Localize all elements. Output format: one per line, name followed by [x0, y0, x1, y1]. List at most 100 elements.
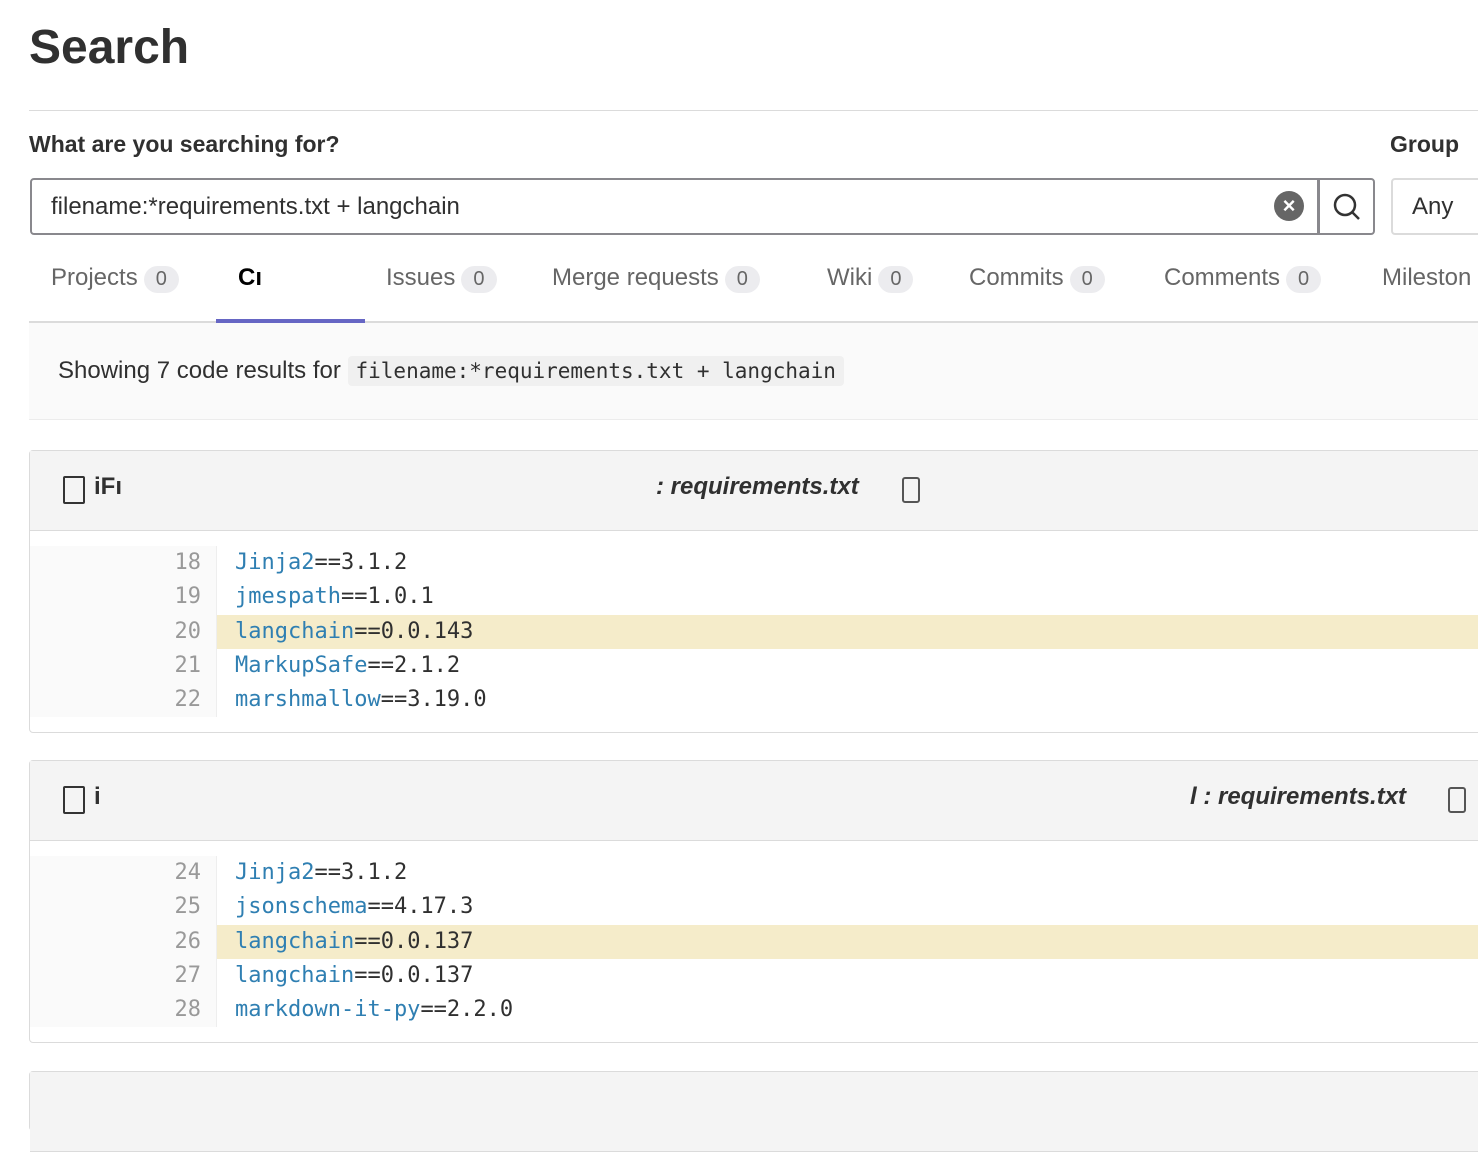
package-version: ==4.17.3 — [367, 894, 474, 920]
code-line: 24 Jinja2==3.1.2 — [30, 856, 1478, 891]
result-card: iFı : requirements.txt 18 Jinja2==3.1.2 19… — [29, 450, 1478, 734]
tab-count: 0 — [724, 266, 760, 293]
group-select[interactable]: Any — [1391, 178, 1478, 235]
line-content: jmespath==1.0.1 — [217, 580, 1478, 614]
summary-query: filename:*requirements.txt + langchain — [347, 356, 844, 386]
tab-milestones[interactable]: Mileston — [1382, 250, 1471, 323]
result-header: iFı : requirements.txt — [30, 451, 1478, 531]
results-summary: Showing 7 code results for filename:*req… — [29, 323, 1478, 420]
code-line: 20 langchain==0.0.143 — [30, 614, 1478, 649]
tab-merge-requests[interactable]: Merge requests 0 — [552, 250, 760, 323]
tab-commits[interactable]: Commits 0 — [969, 250, 1105, 323]
line-content: MarkupSafe==2.1.2 — [217, 649, 1478, 683]
code-line: 26 langchain==0.0.137 — [30, 924, 1478, 959]
tab-count: 0 — [1286, 266, 1322, 293]
file-icon — [63, 786, 85, 814]
search-tabs: Projects 0 Cı Issues 0 Merge requests 0 Wik… — [29, 250, 1478, 323]
line-number[interactable]: 26 — [30, 924, 217, 959]
line-content: marshmallow==3.19.0 — [217, 683, 1478, 717]
package-name: langchain — [235, 928, 355, 954]
line-number[interactable]: 25 — [30, 890, 217, 925]
line-content: Jinja2==3.1.2 — [217, 856, 1478, 890]
line-number[interactable]: 21 — [30, 648, 217, 684]
code-line: 21 MarkupSafe==2.1.2 — [30, 648, 1478, 684]
package-version: ==0.0.137 — [354, 962, 474, 988]
project-name[interactable]: iFı — [94, 473, 122, 501]
result-header: i l : requirements.txt — [30, 761, 1478, 841]
line-content: Jinja2==3.1.2 — [217, 546, 1478, 580]
line-number[interactable]: 20 — [30, 614, 217, 649]
tab-code[interactable]: Cı — [216, 250, 365, 323]
line-content: markdown-it-py==2.2.0 — [217, 993, 1478, 1027]
code-block: 24 Jinja2==3.1.2 25 jsonschema==4.17.3 26 lan… — [30, 856, 1478, 1028]
file-link[interactable]: l : requirements.txt — [1190, 783, 1406, 811]
tab-count: 0 — [143, 266, 179, 293]
code-line: 25 jsonschema==4.17.3 — [30, 890, 1478, 925]
search-input[interactable]: filename:*requirements.txt + langchain — [30, 178, 1319, 235]
search-icon — [1333, 193, 1360, 220]
tab-count: 0 — [461, 266, 497, 293]
tab-label: Mileston — [1382, 264, 1472, 291]
package-name: markdown-it-py — [235, 997, 421, 1023]
tab-label: Merge requests — [552, 264, 719, 291]
tab-label: Projects — [51, 264, 138, 291]
line-number[interactable]: 28 — [30, 993, 217, 1028]
package-version: ==3.1.2 — [314, 860, 408, 885]
code-line: 27 langchain==0.0.137 — [30, 958, 1478, 994]
tab-count: 0 — [878, 266, 914, 293]
package-name: MarkupSafe — [235, 652, 368, 678]
package-name: jmespath — [235, 584, 341, 610]
summary-text: Showing 7 code results for — [58, 357, 341, 384]
line-number[interactable]: 27 — [30, 958, 217, 994]
package-version: ==3.1.2 — [314, 550, 408, 575]
project-name[interactable]: i — [94, 783, 101, 811]
package-version: ==3.19.0 — [380, 687, 487, 713]
package-name: langchain — [235, 962, 355, 988]
package-name: jsonschema — [235, 894, 368, 920]
tab-wiki[interactable]: Wiki 0 — [827, 250, 914, 323]
package-version: ==2.2.0 — [420, 997, 514, 1023]
code-line: 28 markdown-it-py==2.2.0 — [30, 993, 1478, 1028]
package-name: langchain — [235, 618, 355, 644]
line-content: langchain==0.0.143 — [217, 614, 1478, 649]
tab-label: Cı — [238, 264, 262, 291]
code-line: 19 jmespath==1.0.1 — [30, 580, 1478, 615]
result-card: i l : requirements.txt 24 Jinja2==3.1.2 25… — [29, 760, 1478, 1044]
search-label: What are you searching for? — [29, 131, 340, 157]
line-content: jsonschema==4.17.3 — [217, 890, 1478, 924]
tab-label: Wiki — [827, 264, 873, 291]
package-version: ==0.0.143 — [354, 618, 474, 644]
tab-issues[interactable]: Issues 0 — [386, 250, 497, 323]
copy-icon[interactable] — [902, 477, 920, 503]
line-number[interactable]: 24 — [30, 856, 217, 891]
package-name: Jinja2 — [235, 550, 315, 575]
line-content: langchain==0.0.137 — [217, 959, 1478, 993]
line-content: langchain==0.0.137 — [217, 924, 1478, 959]
file-link[interactable]: : requirements.txt — [656, 473, 859, 501]
divider — [29, 110, 1478, 111]
tab-label: Commits — [969, 264, 1064, 291]
tab-count: 0 — [1069, 266, 1105, 293]
clear-icon[interactable]: × — [1274, 191, 1304, 221]
result-header — [30, 1072, 1478, 1152]
search-button[interactable] — [1318, 178, 1375, 235]
package-name: marshmallow — [235, 687, 381, 713]
tab-comments[interactable]: Comments 0 — [1164, 250, 1322, 323]
result-card — [29, 1071, 1478, 1152]
line-number[interactable]: 18 — [30, 546, 217, 581]
copy-icon[interactable] — [1448, 787, 1466, 813]
code-block: 18 Jinja2==3.1.2 19 jmespath==1.0.1 20 langch… — [30, 546, 1478, 718]
tab-projects[interactable]: Projects 0 — [51, 250, 179, 323]
tab-label: Issues — [386, 264, 456, 291]
line-number[interactable]: 19 — [30, 580, 217, 615]
page-title: Search — [29, 21, 190, 74]
code-line: 22 marshmallow==3.19.0 — [30, 683, 1478, 718]
file-icon — [63, 476, 85, 504]
package-name: Jinja2 — [235, 860, 315, 885]
code-line: 18 Jinja2==3.1.2 — [30, 546, 1478, 581]
tab-label: Comments — [1164, 264, 1281, 291]
package-version: ==1.0.1 — [340, 584, 434, 610]
line-number[interactable]: 22 — [30, 683, 217, 718]
package-version: ==2.1.2 — [367, 652, 461, 678]
package-version: ==0.0.137 — [354, 928, 474, 954]
